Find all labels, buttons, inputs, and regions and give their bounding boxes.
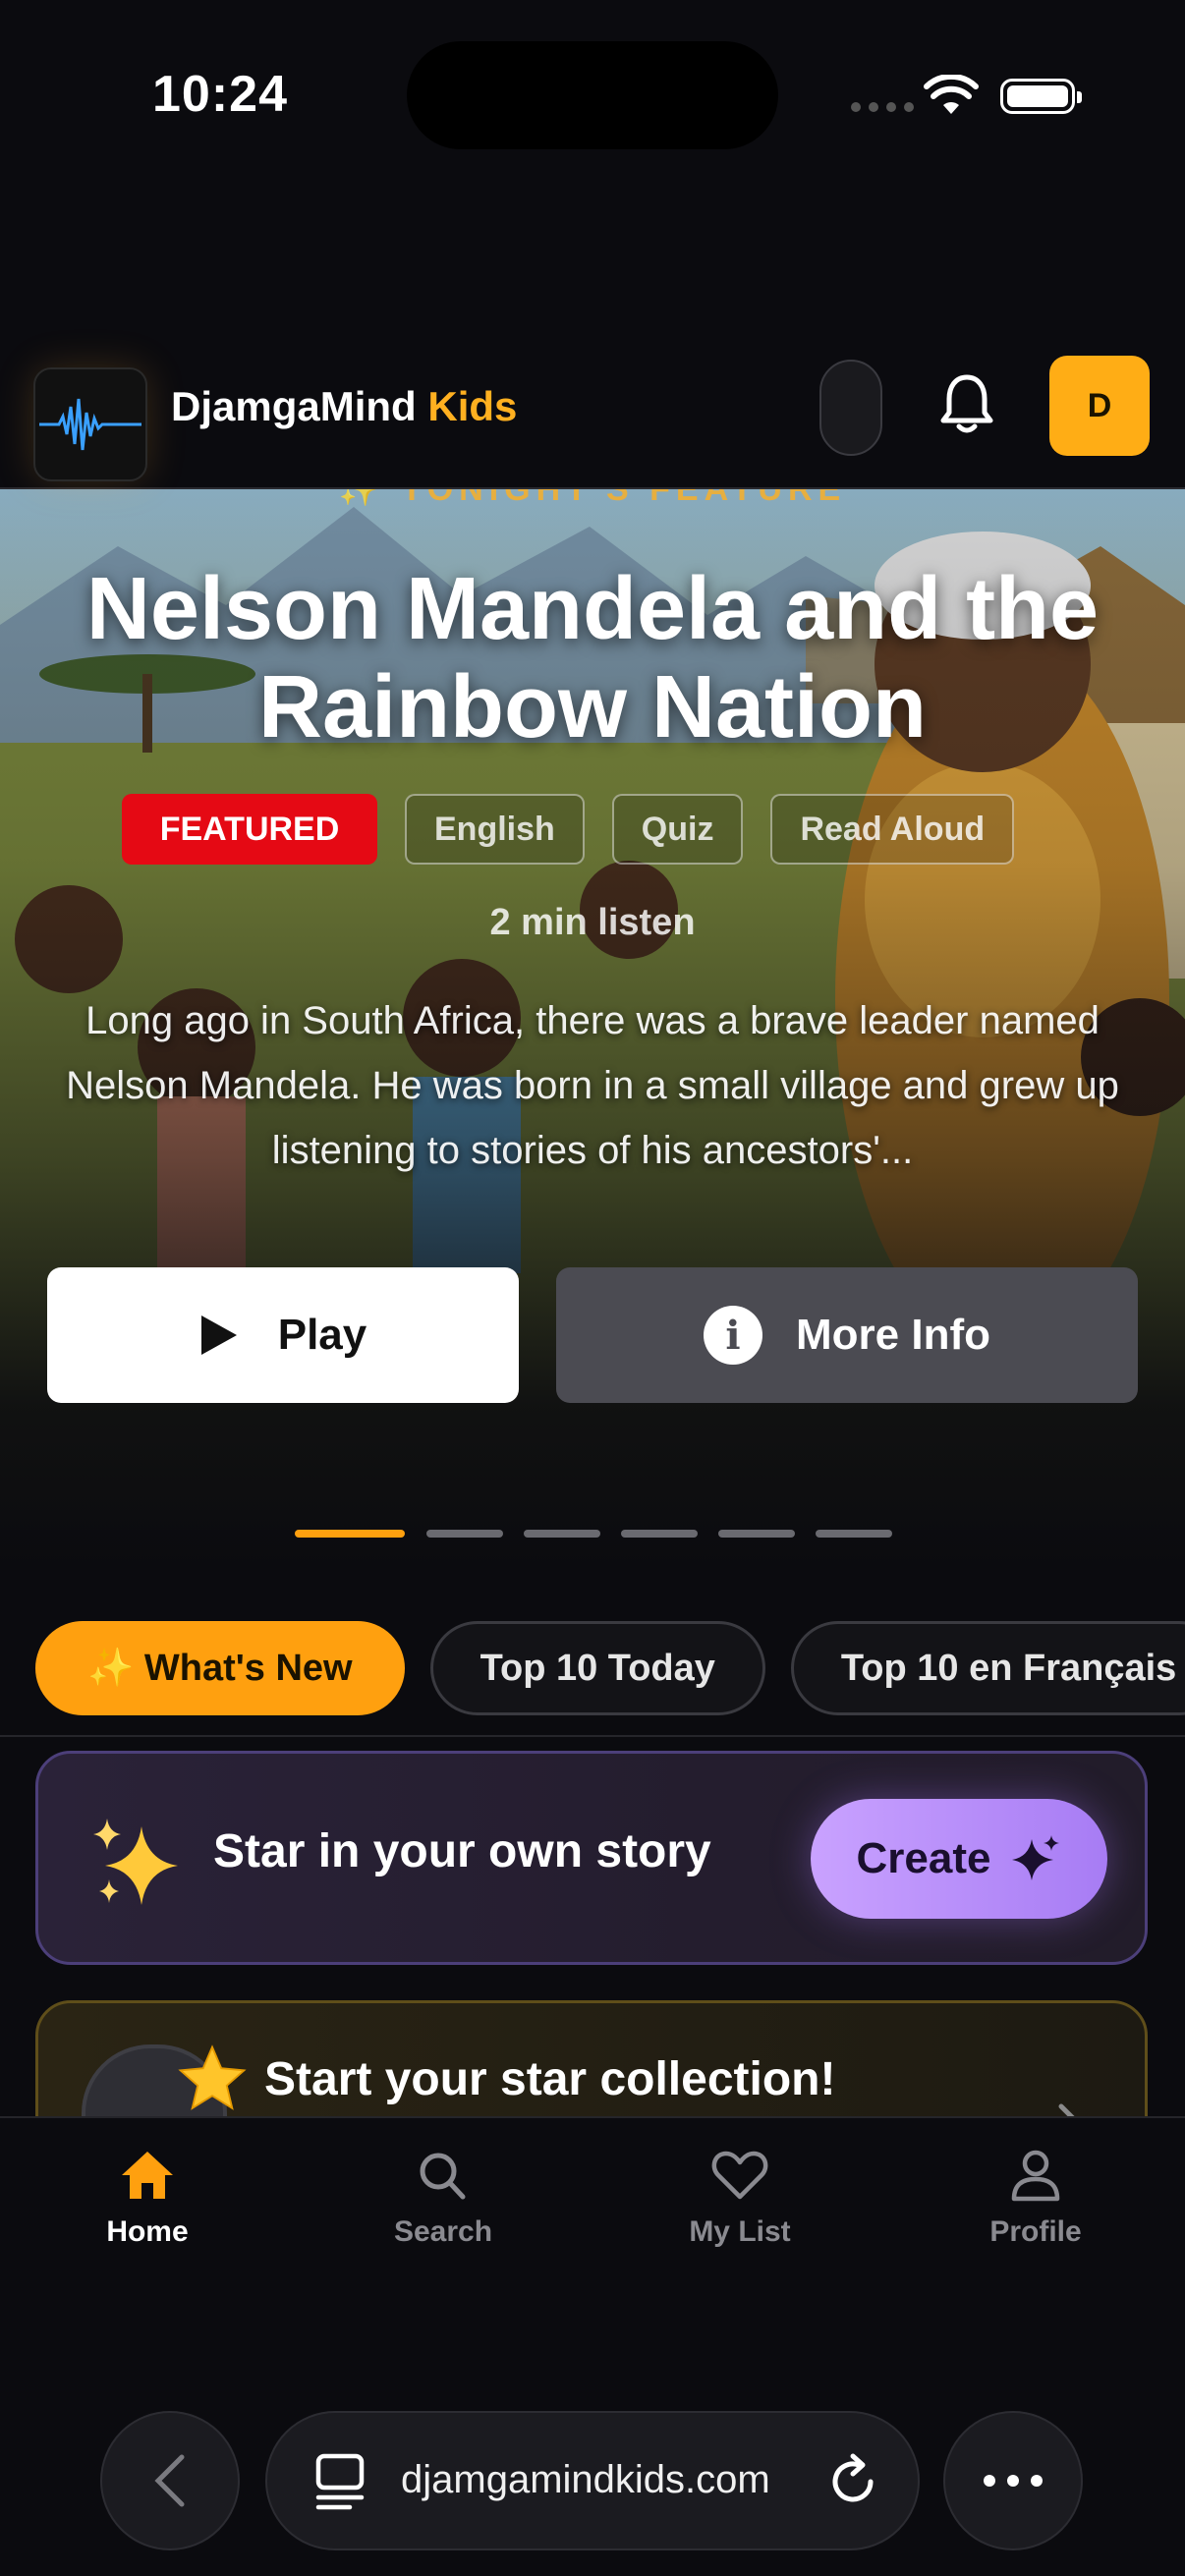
chip-top-10-today[interactable]: Top 10 Today: [429, 1621, 765, 1715]
hero-feature[interactable]: ✨ TONIGHT'S FEATURE Nelson Mandela and t…: [0, 487, 1185, 1568]
search-icon: [420, 2153, 466, 2200]
tab-profile-label: Profile: [989, 2215, 1082, 2248]
tab-profile[interactable]: Profile: [937, 2148, 1134, 2249]
status-bar: 10:24: [0, 0, 1185, 196]
carousel-dot-2[interactable]: [426, 1530, 503, 1538]
carousel-dot-4[interactable]: [621, 1530, 698, 1538]
carousel-dot-5[interactable]: [718, 1530, 795, 1538]
hero-summary: Long ago in South Africa, there was a br…: [66, 999, 1119, 1172]
carousel-dot-3[interactable]: [524, 1530, 600, 1538]
star-icon: [178, 2044, 247, 2110]
cellular-signal-icon: [851, 102, 914, 112]
tabs-icon: [315, 2453, 365, 2510]
status-time: 10:24: [152, 66, 288, 123]
featured-badge: FEATURED: [122, 794, 377, 865]
waveform-icon: [39, 398, 141, 451]
browser-url: djamgamindkids.com: [401, 2458, 770, 2501]
tab-my-list-label: My List: [689, 2215, 791, 2248]
more-info-label: More Info: [796, 1311, 990, 1359]
browser-address-bar[interactable]: djamgamindkids.com: [265, 2411, 920, 2550]
app-logo[interactable]: [33, 367, 147, 481]
category-chips: ✨ What's New Top 10 Today Top 10 en Fran…: [35, 1621, 1185, 1715]
brand-kids: Kids: [427, 383, 518, 429]
browser-toolbar: djamgamindkids.com: [0, 2411, 1185, 2576]
quiz-tag: Quiz: [611, 794, 744, 865]
carousel-dot-1[interactable]: [295, 1530, 405, 1538]
tab-search[interactable]: Search: [345, 2148, 541, 2249]
chip-top-10-francais[interactable]: Top 10 en Français: [790, 1621, 1185, 1715]
battery-icon: [1000, 79, 1082, 114]
bell-icon[interactable]: [935, 371, 998, 436]
heart-icon: [711, 2151, 768, 2200]
more-info-button[interactable]: i More Info: [556, 1267, 1138, 1403]
carousel-dot-6[interactable]: [816, 1530, 892, 1538]
tab-home[interactable]: Home: [49, 2148, 246, 2249]
brand-name: DjamgaMind: [171, 383, 428, 429]
sparkle-icon: [1012, 1835, 1060, 1880]
hero-kicker: ✨ TONIGHT'S FEATURE: [338, 487, 847, 508]
create-button-label: Create: [856, 1834, 991, 1882]
toggle-button[interactable]: [819, 360, 882, 456]
star-card-title: Start your star collection!: [264, 2053, 836, 2105]
listen-duration: 2 min listen: [489, 902, 696, 943]
browser-more-button[interactable]: [943, 2411, 1083, 2550]
play-icon: [200, 1316, 237, 1355]
tab-search-label: Search: [393, 2215, 493, 2248]
dynamic-island: [407, 41, 778, 149]
sparkles-icon: [93, 1819, 178, 1905]
play-button[interactable]: Play: [47, 1267, 519, 1403]
create-button[interactable]: Create: [811, 1799, 1107, 1919]
avatar[interactable]: D: [1049, 356, 1150, 456]
browser-back-button[interactable]: [100, 2411, 240, 2550]
home-icon: [122, 2152, 173, 2199]
reload-icon[interactable]: [823, 2450, 882, 2513]
chevron-left-icon: [154, 2454, 185, 2507]
hero-tags: FEATURED English Quiz Read Aloud: [122, 794, 1015, 865]
app-brand: DjamgaMind Kids: [171, 383, 517, 430]
app-header: DjamgaMind Kids D: [0, 344, 1185, 489]
profile-icon: [1011, 2150, 1060, 2202]
play-button-label: Play: [277, 1311, 367, 1359]
create-card-text: Star in your own story: [213, 1825, 711, 1877]
create-story-card[interactable]: Star in your own story Create: [35, 1751, 1148, 1965]
tab-my-list[interactable]: My List: [642, 2148, 838, 2249]
divider: [0, 1735, 1185, 1737]
tab-home-label: Home: [106, 2215, 189, 2248]
chip-whats-new[interactable]: ✨ What's New: [35, 1621, 405, 1715]
read-aloud-tag: Read Aloud: [770, 794, 1015, 865]
bottom-tab-bar: Home Search My List Profile: [0, 2116, 1185, 2413]
carousel-indicator: [0, 1530, 1185, 1540]
wifi-icon: [924, 75, 979, 114]
info-icon: i: [704, 1306, 762, 1365]
hero-title: Nelson Mandela and the Rainbow Nation: [85, 560, 1100, 756]
language-tag: English: [405, 794, 585, 865]
